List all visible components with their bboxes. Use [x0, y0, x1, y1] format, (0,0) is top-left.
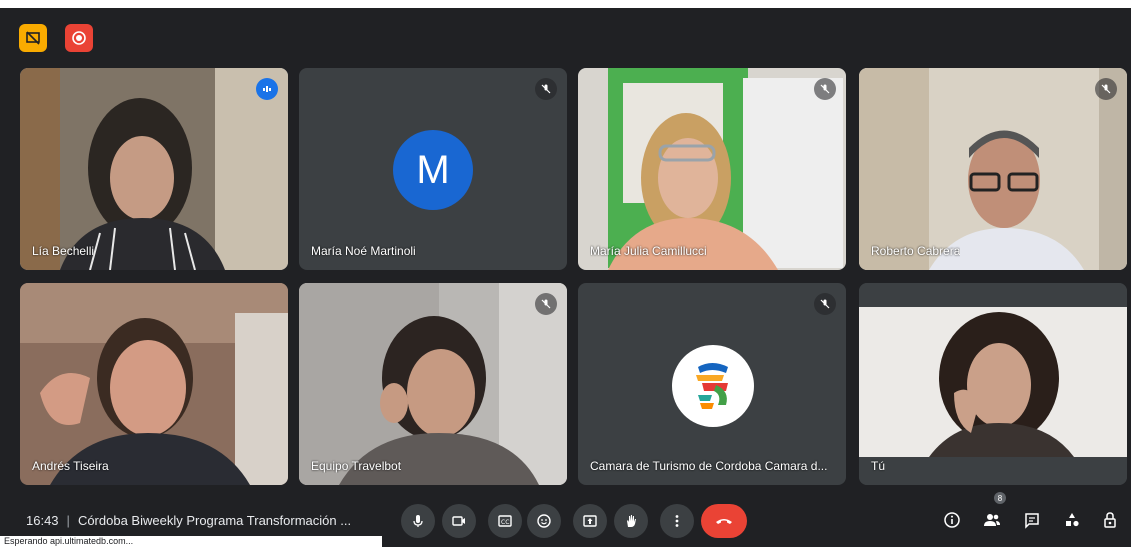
organization-logo — [672, 345, 754, 427]
mic-off-icon — [820, 299, 830, 309]
people-button[interactable] — [978, 506, 1006, 534]
participant-tile[interactable]: María Julia Camillucci — [578, 68, 846, 270]
participant-video — [859, 68, 1127, 270]
muted-indicator — [814, 78, 836, 100]
mic-icon — [413, 515, 423, 527]
meeting-title: Córdoba Biweekly Programa Transformación… — [77, 513, 352, 528]
participant-video — [578, 68, 846, 270]
participant-name: Roberto Cabrera — [871, 244, 961, 258]
chat-button[interactable] — [1018, 506, 1046, 534]
mic-off-icon — [1101, 84, 1111, 94]
camera-icon — [452, 516, 465, 526]
mic-off-icon — [541, 299, 551, 309]
speaking-icon — [263, 86, 271, 92]
meeting-details[interactable]: 16:43 | Córdoba Biweekly Programa Transfor… — [26, 513, 351, 528]
reactions-button[interactable] — [527, 504, 561, 538]
participant-tile[interactable]: M María Noé Martinoli — [299, 68, 567, 270]
captions-button[interactable]: CC — [488, 504, 522, 538]
emoji-icon — [537, 514, 551, 528]
meeting-separator: | — [66, 513, 70, 528]
activities-icon — [1066, 513, 1079, 527]
end-call-icon — [716, 519, 732, 524]
participant-video — [20, 68, 288, 270]
people-icon — [984, 514, 1000, 526]
participant-name: Andrés Tiseira — [32, 459, 109, 473]
captions-icon: CC — [498, 515, 512, 527]
recording-chip[interactable] — [65, 24, 93, 52]
participant-tile[interactable]: Camara de Turismo de Cordoba Camara d... — [578, 283, 846, 485]
participant-video — [299, 283, 567, 485]
presentation-off-icon — [26, 31, 40, 45]
participant-name: María Noé Martinoli — [311, 244, 416, 258]
participant-name: Camara de Turismo de Cordoba Camara d... — [590, 459, 828, 473]
participant-tile[interactable]: Andrés Tiseira — [20, 283, 288, 485]
participant-name: Equipo Travelbot — [311, 459, 402, 473]
browser-status-bar: Esperando api.ultimatedb.com... — [0, 536, 382, 547]
speaking-indicator — [256, 78, 278, 100]
mic-off-icon — [820, 84, 830, 94]
present-icon — [583, 515, 597, 527]
muted-indicator — [535, 78, 557, 100]
record-icon — [72, 31, 86, 45]
muted-indicator — [1095, 78, 1117, 100]
participant-tile[interactable]: Lía Bechelli — [20, 68, 288, 270]
participant-name: Lía Bechelli — [32, 244, 95, 258]
more-options-icon — [675, 515, 679, 527]
camera-button[interactable] — [442, 504, 476, 538]
participant-count-badge: 8 — [994, 492, 1006, 504]
info-icon — [944, 512, 960, 528]
host-controls-button[interactable] — [1096, 506, 1124, 534]
activities-button[interactable] — [1058, 506, 1086, 534]
participant-tile[interactable]: Tú — [859, 283, 1127, 485]
svg-text:CC: CC — [501, 519, 509, 526]
camara-turismo-logo — [696, 363, 728, 409]
leave-call-button[interactable] — [701, 504, 747, 538]
mic-off-icon — [541, 84, 551, 94]
participant-video — [20, 283, 288, 485]
muted-indicator — [535, 293, 557, 315]
chat-icon — [1025, 513, 1039, 529]
participant-tile[interactable]: Roberto Cabrera — [859, 68, 1127, 270]
participant-name: María Julia Camillucci — [590, 244, 707, 258]
presentation-off-chip[interactable] — [19, 24, 47, 52]
raise-hand-icon — [627, 515, 636, 527]
participant-name: Tú — [871, 459, 886, 473]
host-controls-icon — [1104, 512, 1116, 528]
browser-top-strip — [0, 0, 1131, 8]
present-button[interactable] — [573, 504, 607, 538]
meeting-info-button[interactable] — [938, 506, 966, 534]
raise-hand-button[interactable] — [614, 504, 648, 538]
self-view-video — [859, 283, 1127, 485]
muted-indicator — [814, 293, 836, 315]
participant-tile[interactable]: Equipo Travelbot — [299, 283, 567, 485]
microphone-button[interactable] — [401, 504, 435, 538]
meeting-time: 16:43 — [26, 513, 59, 528]
more-options-button[interactable] — [660, 504, 694, 538]
avatar: M — [393, 130, 473, 210]
